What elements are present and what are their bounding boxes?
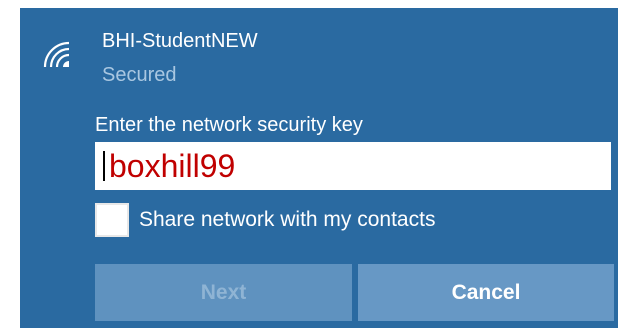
network-security-status: Secured — [102, 64, 177, 86]
security-key-value: boxhill99 — [109, 148, 236, 184]
security-key-prompt: Enter the network security key — [95, 114, 363, 136]
share-network-option[interactable]: Share network with my contacts — [95, 203, 435, 237]
next-button[interactable]: Next — [95, 264, 352, 321]
security-key-input[interactable]: boxhill99 — [95, 142, 611, 190]
wifi-icon — [43, 41, 70, 68]
share-network-label: Share network with my contacts — [139, 208, 436, 231]
wifi-connect-panel: BHI-StudentNEW Secured Enter the network… — [20, 8, 618, 328]
cancel-button[interactable]: Cancel — [358, 264, 614, 321]
text-caret — [103, 151, 105, 181]
network-name: BHI-StudentNEW — [102, 30, 258, 52]
share-network-checkbox[interactable] — [95, 203, 129, 237]
